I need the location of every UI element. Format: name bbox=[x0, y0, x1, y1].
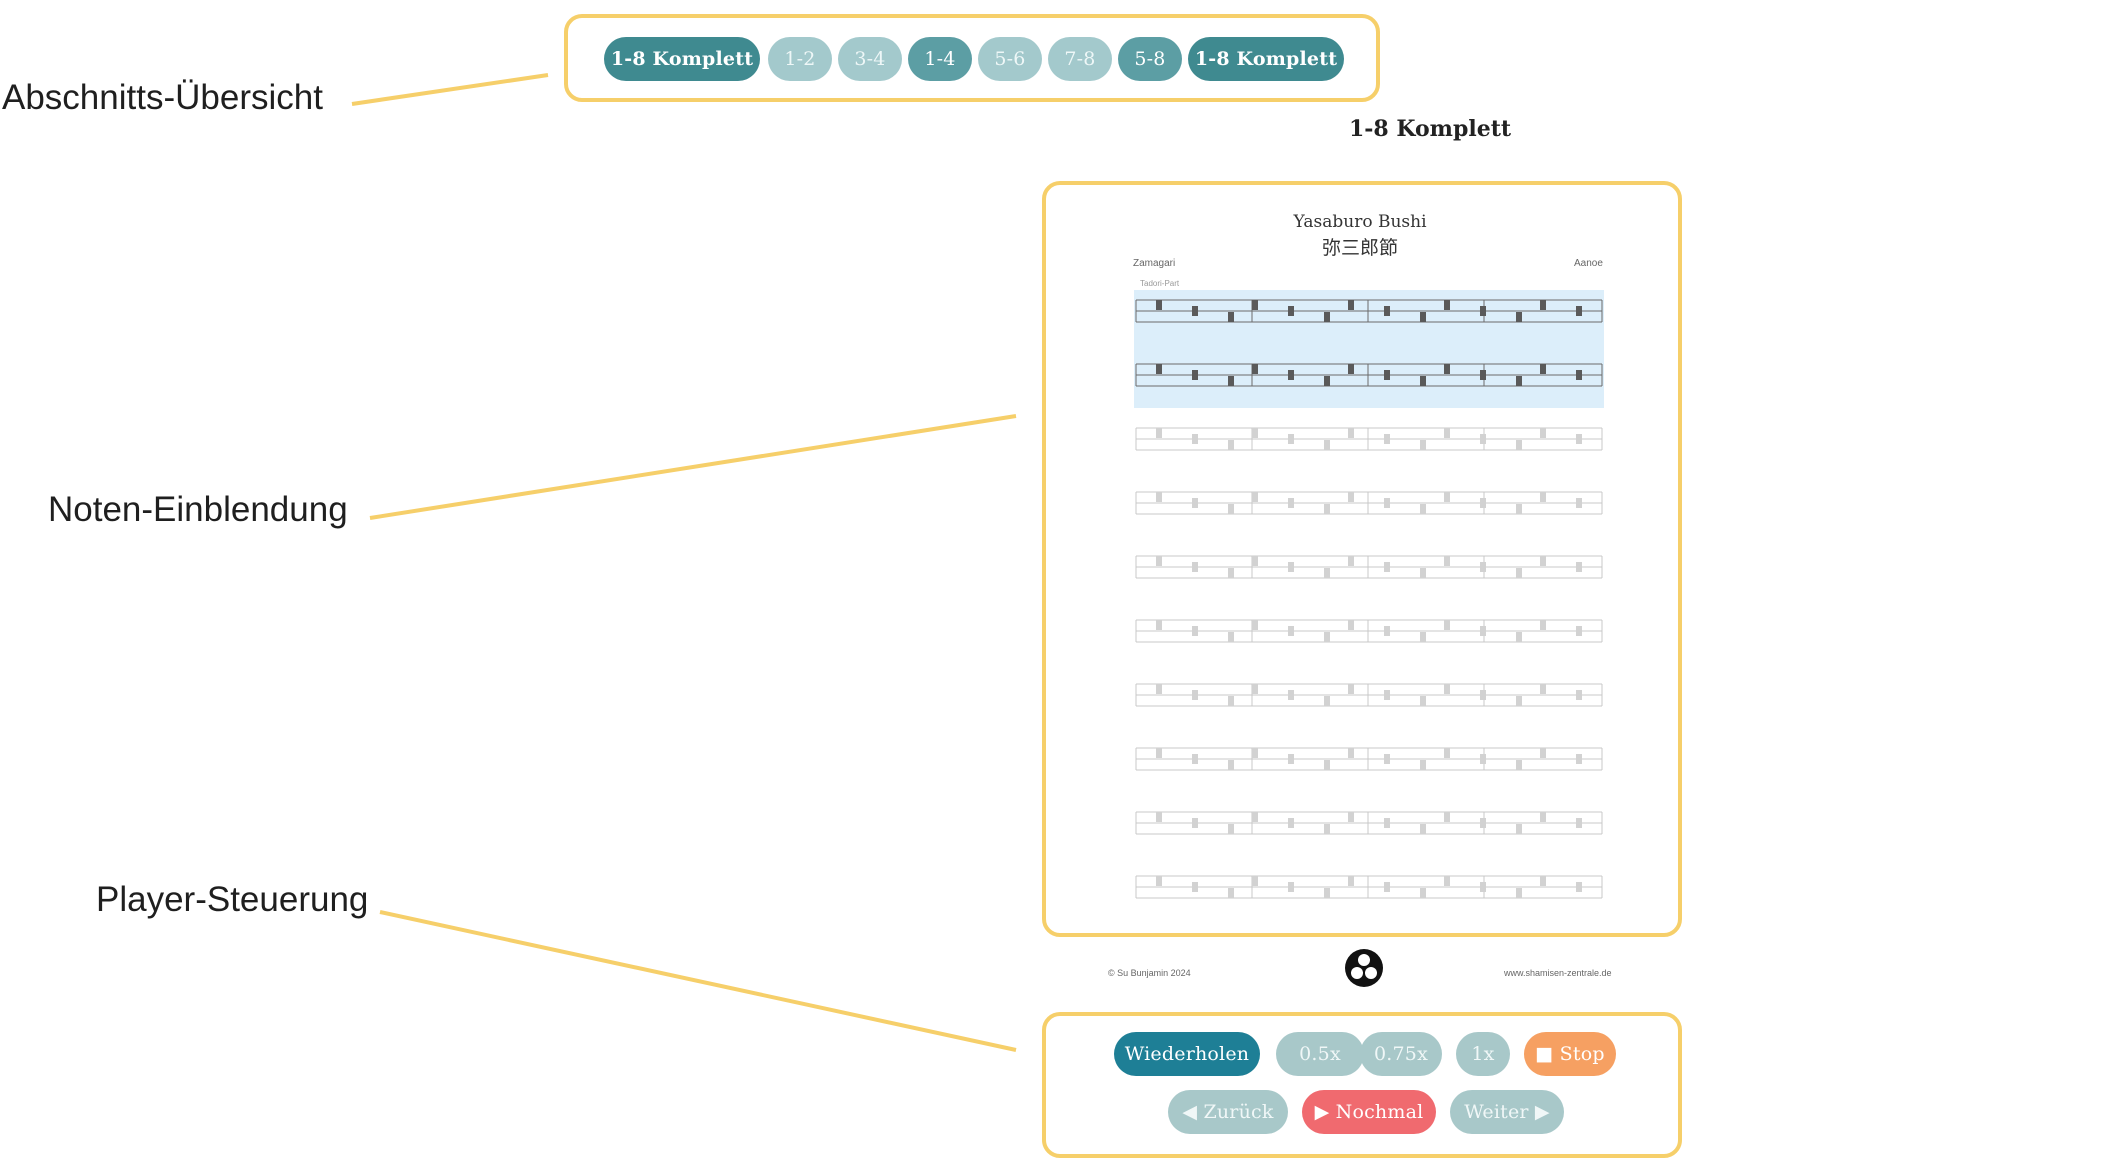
stop-button[interactable]: ■ Stop bbox=[1524, 1032, 1616, 1076]
next-button[interactable]: Weiter ▶ bbox=[1450, 1090, 1564, 1134]
again-button[interactable]: ▶ Nochmal bbox=[1302, 1090, 1436, 1134]
speed-0-5x-button[interactable]: 0.5x bbox=[1276, 1032, 1364, 1076]
speed-0-75x-button[interactable]: 0.75x bbox=[1360, 1032, 1442, 1076]
staff-line-9 bbox=[1135, 811, 1603, 835]
staff-line-3 bbox=[1135, 427, 1603, 451]
back-button[interactable]: ◀ Zurück bbox=[1168, 1090, 1288, 1134]
sheet-staff-notation bbox=[1134, 290, 1604, 899]
sheet-footer-copyright: © Su Bunjamin 2024 bbox=[1108, 968, 1191, 978]
notes-highlight bbox=[1134, 290, 1604, 408]
logo-icon bbox=[1344, 948, 1384, 988]
sheet-footer-website: www.shamisen-zentrale.de bbox=[1504, 968, 1612, 978]
staff-line-10 bbox=[1135, 875, 1603, 899]
staff-line-4 bbox=[1135, 491, 1603, 515]
speed-1x-button[interactable]: 1x bbox=[1456, 1032, 1510, 1076]
repeat-button[interactable]: Wiederholen bbox=[1114, 1032, 1260, 1076]
staff-line-5 bbox=[1135, 555, 1603, 579]
staff-line-8 bbox=[1135, 747, 1603, 771]
staff-line-7 bbox=[1135, 683, 1603, 707]
staff-line-6 bbox=[1135, 619, 1603, 643]
